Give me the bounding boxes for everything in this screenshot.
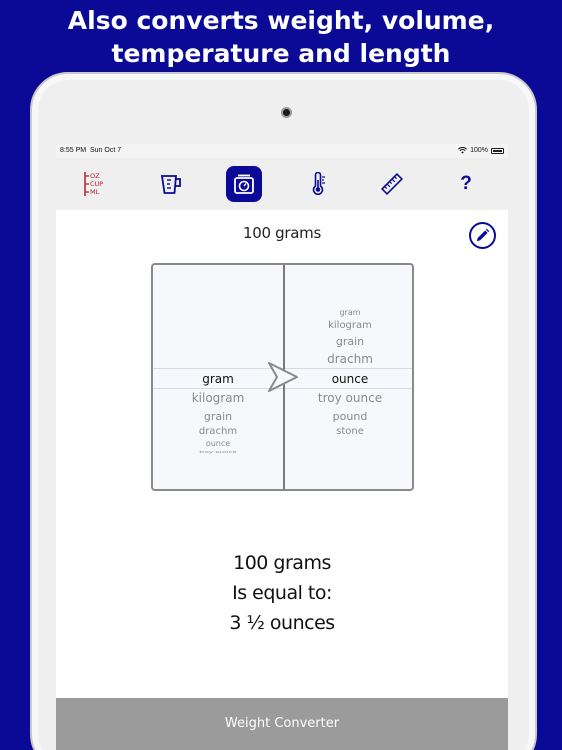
temperature-tool-button[interactable] — [300, 166, 336, 202]
result-equal-label: Is equal to: — [232, 582, 332, 604]
wifi-icon — [458, 147, 468, 154]
convert-arrow-icon — [268, 362, 298, 392]
from-unit-option-ounce[interactable]: ounce — [153, 439, 283, 448]
result-amount: 100 grams — [233, 552, 331, 574]
converter-title-bar: Weight Converter — [56, 698, 508, 750]
to-unit-option-drachm[interactable]: drachm — [285, 352, 412, 366]
length-tool-button[interactable] — [374, 166, 410, 202]
to-unit-wheel[interactable]: gram kilogram grain drachm ounce troy ou… — [285, 265, 412, 489]
amount-title: 100 grams — [242, 224, 321, 242]
units-tool-button[interactable]: OZ CUP ML — [76, 166, 112, 202]
to-unit-option-gram[interactable]: gram — [285, 308, 412, 317]
measuring-cup-icon — [160, 175, 181, 194]
unit-label-ml: ML — [90, 188, 100, 196]
from-unit-option-drachm[interactable]: drachm — [153, 426, 283, 437]
from-unit-option-grain[interactable]: grain — [153, 410, 283, 423]
from-unit-option-troy-ounce[interactable]: troy ounce — [153, 450, 283, 454]
unit-label-cup: CUP — [90, 180, 103, 188]
weight-tool-button[interactable] — [226, 166, 262, 202]
result-value: 3 ½ ounces — [229, 612, 335, 634]
unit-picker: gram kilogram grain drachm ounce troy ou… — [151, 263, 414, 491]
status-time: 8:55 PM — [60, 147, 87, 154]
to-unit-option-kilogram[interactable]: kilogram — [285, 320, 412, 331]
status-indicators: 100% — [458, 147, 504, 154]
to-unit-option-grain[interactable]: grain — [285, 335, 412, 348]
volume-tool-button[interactable] — [153, 166, 189, 202]
converter-toolbar: OZ CUP ML ? — [56, 158, 508, 210]
app-screen: 8:55 PM Sun Oct 7 100% OZ CUP ML ? 100 g… — [56, 144, 508, 750]
headline-line-2: temperature and length — [111, 39, 451, 68]
to-unit-option-pound[interactable]: pound — [285, 410, 412, 423]
thermometer-icon — [312, 172, 325, 195]
unit-label-oz: OZ — [90, 172, 100, 180]
battery-percent: 100% — [470, 147, 488, 154]
to-unit-option-troy-ounce[interactable]: troy ounce — [285, 391, 412, 405]
status-date: Sun Oct 7 — [89, 147, 122, 154]
battery-icon — [491, 147, 504, 154]
help-label: ? — [460, 173, 472, 194]
from-unit-option-gram[interactable]: gram — [153, 372, 283, 386]
camera-icon — [281, 107, 292, 118]
from-unit-option-kilogram[interactable]: kilogram — [153, 391, 283, 405]
to-unit-option-ounce[interactable]: ounce — [285, 372, 412, 386]
headline-line-1: Also converts weight, volume, — [67, 6, 495, 35]
edit-amount-button[interactable] — [469, 222, 496, 249]
help-button[interactable]: ? — [448, 166, 484, 202]
to-unit-option-stone[interactable]: stone — [285, 426, 412, 437]
status-bar: 8:55 PM Sun Oct 7 100% — [56, 144, 508, 158]
pencil-icon — [476, 228, 490, 242]
ruler-icon — [380, 172, 404, 196]
status-time-date: 8:55 PM Sun Oct 7 — [60, 147, 121, 154]
promo-headline: Also converts weight, volume, temperatur… — [0, 4, 562, 70]
measure-units-icon: OZ CUP ML — [84, 172, 103, 196]
kitchen-scale-icon — [234, 174, 254, 194]
from-unit-wheel[interactable]: gram kilogram grain drachm ounce troy ou… — [153, 265, 283, 489]
